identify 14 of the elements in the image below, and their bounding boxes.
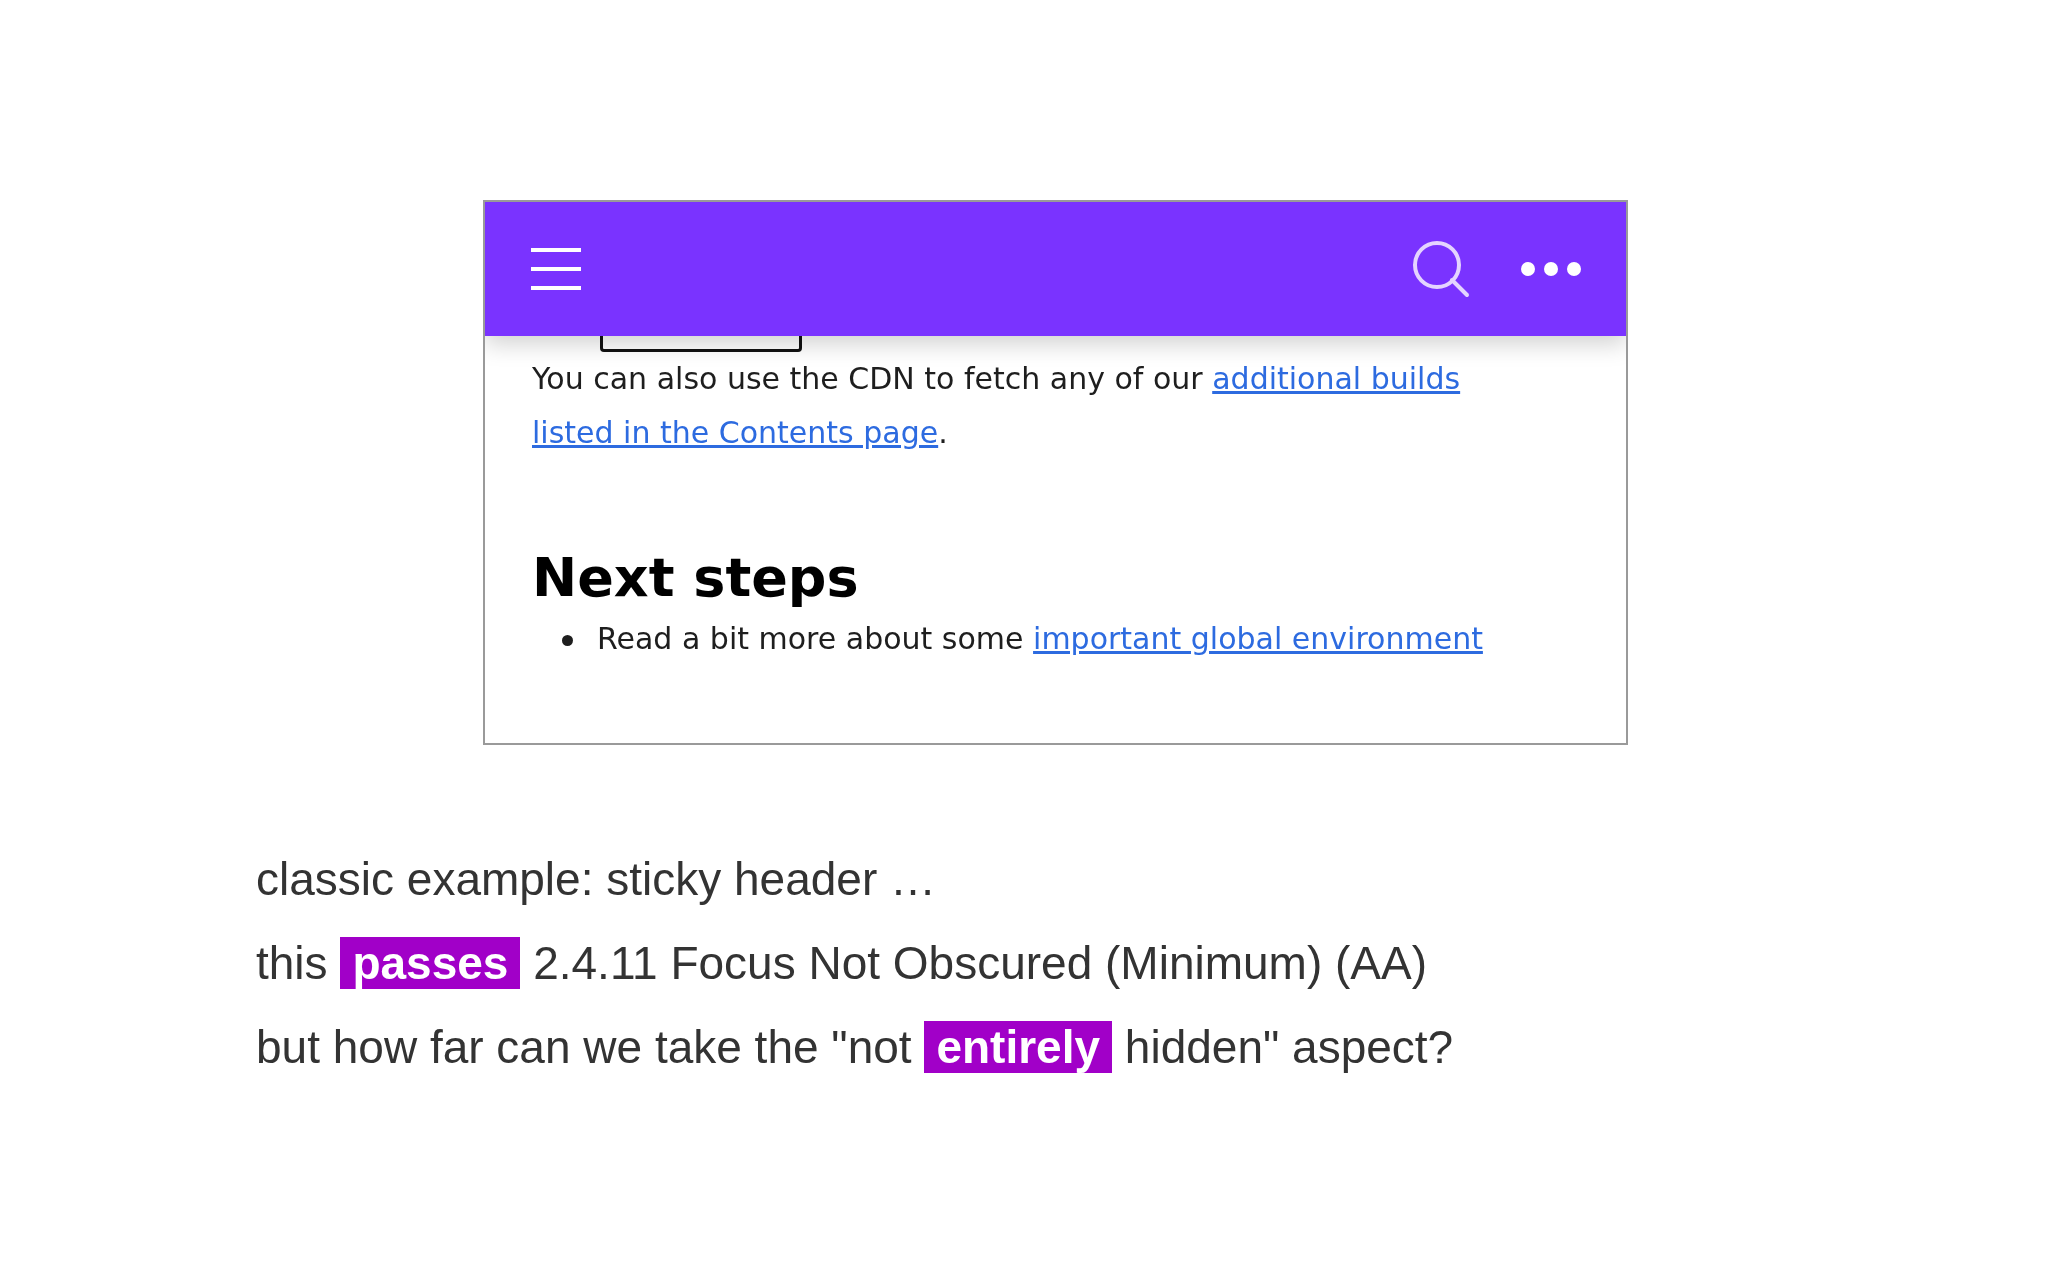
more-icon[interactable]	[1520, 261, 1582, 277]
bullet-icon	[562, 635, 573, 646]
slide-text: classic example: sticky header …	[256, 852, 938, 907]
section-heading: Next steps	[532, 546, 860, 609]
paragraph-text: .	[938, 415, 948, 450]
slide-text: but how far can we take the "not entirely hidden" aspect?	[256, 1020, 1455, 1075]
list-item-text: Read a bit more about some	[597, 621, 1025, 656]
paragraph-text: You can also use the CDN to fetch any of our	[532, 361, 1204, 396]
text-link[interactable]: additional builds	[1212, 361, 1461, 396]
text-link[interactable]: listed in the Contents page	[532, 415, 939, 450]
menu-icon[interactable]	[530, 247, 582, 291]
text-link[interactable]: important global environment	[1033, 621, 1483, 656]
slide-text: this passes 2.4.11 Focus Not Obscured (Minimum) (AA)	[256, 936, 1429, 991]
search-icon[interactable]	[1412, 240, 1470, 298]
